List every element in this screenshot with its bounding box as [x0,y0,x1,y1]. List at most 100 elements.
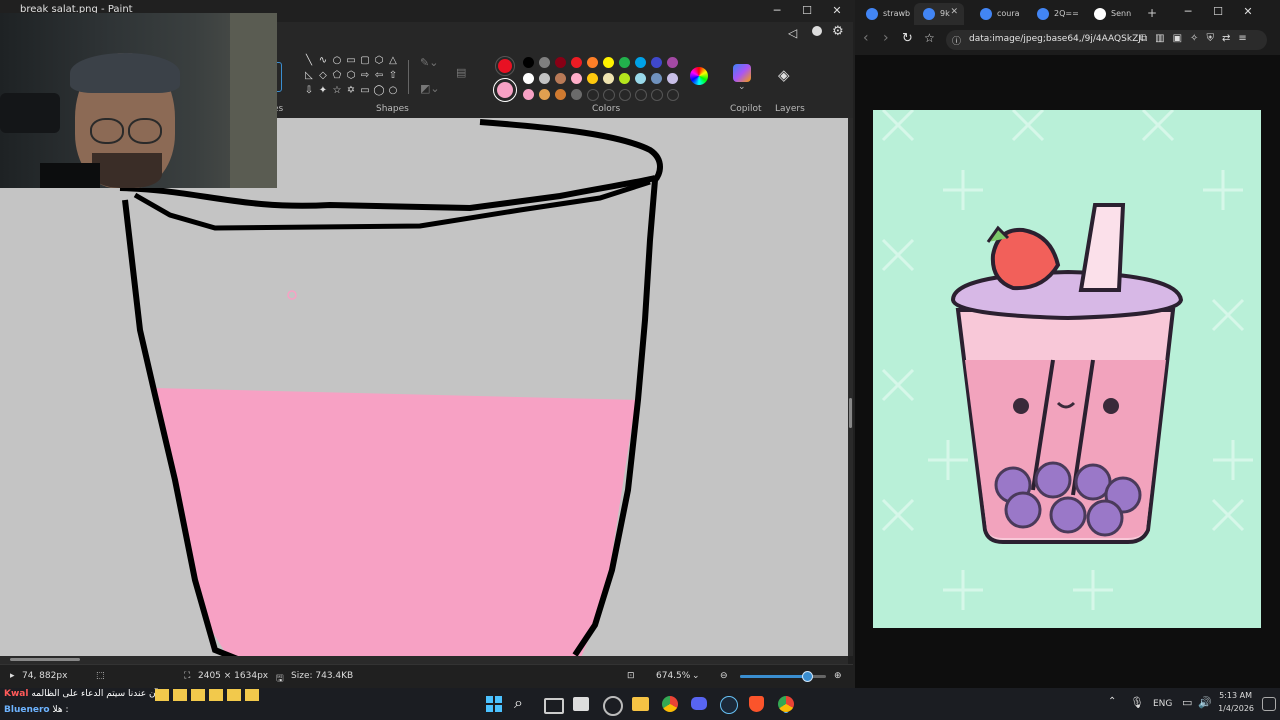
copilot-chevron-icon[interactable]: ⌄ [738,82,746,92]
chrome-icon[interactable] [662,696,678,712]
close-icon[interactable]: ✕ [822,2,852,20]
browser-maximize-icon[interactable]: ☐ [1203,3,1233,21]
extensions-icon[interactable]: ⧉ [1140,33,1147,47]
reload-icon[interactable]: ↻ [902,31,913,46]
up-arrow-shape-icon[interactable]: ⇧ [387,70,399,82]
six-point-star-shape-icon[interactable]: ✡ [345,85,357,97]
url-text[interactable]: data:image/jpeg;base64,/9j/4AAQSkZJI [969,34,1144,44]
maximize-icon[interactable]: ☐ [792,2,822,20]
rounded-rectangle-shape-icon[interactable]: ▢ [359,55,371,67]
color-swatch[interactable] [539,89,550,100]
file-explorer-icon[interactable] [632,697,649,711]
left-arrow-shape-icon[interactable]: ⇦ [373,70,385,82]
chrome-active-icon[interactable] [778,696,794,712]
settings-icon[interactable]: ⚙ [832,24,844,39]
outline-icon[interactable]: ✎⌄ [420,56,440,70]
info-icon[interactable]: ⓘ [952,34,961,47]
color-swatch[interactable] [667,57,678,68]
start-icon[interactable] [486,696,502,712]
browser-tab[interactable]: coura [971,3,1021,25]
horizontal-scrollbar[interactable] [0,656,848,664]
fit-to-window-icon[interactable]: ⊡ [627,671,635,681]
browser-tab[interactable]: Senn [1085,3,1135,25]
empty-color-slot[interactable] [619,89,631,101]
translate-icon[interactable]: ⇄ [1222,33,1230,47]
close-tab-icon[interactable]: ✕ [950,7,958,17]
five-point-star-shape-icon[interactable]: ☆ [331,85,343,97]
empty-color-slot[interactable] [603,89,615,101]
four-point-star-shape-icon[interactable]: ✦ [317,85,329,97]
cloud-shape-icon[interactable]: ○ [387,85,399,97]
copilot-browser-icon[interactable]: ✧ [1190,33,1198,47]
sidebar-icon[interactable]: ▥ [1155,33,1164,47]
zoom-out-icon[interactable]: ⊖ [720,671,728,681]
color-swatch[interactable] [539,73,550,84]
menu-icon[interactable]: ≡ [1238,33,1246,47]
volume-icon[interactable]: 🔊 [1198,696,1212,709]
color-swatch[interactable] [635,73,646,84]
color-swatch[interactable] [619,73,630,84]
color-swatch[interactable] [555,89,566,100]
color-swatch[interactable] [555,57,566,68]
edit-colors-icon[interactable] [690,67,708,85]
color-swatch[interactable] [571,73,582,84]
secondary-color-swatch[interactable] [493,78,517,102]
empty-color-slot[interactable] [587,89,599,101]
brave-icon[interactable] [749,696,764,712]
color-swatch[interactable] [523,57,534,68]
right-triangle-shape-icon[interactable]: ◺ [303,70,315,82]
color-swatch[interactable] [587,73,598,84]
zoom-dropdown-icon[interactable]: ⌄ [692,671,700,681]
browser-close-icon[interactable]: ✕ [1233,3,1263,21]
search-icon[interactable]: ⌕ [514,693,523,713]
primary-color-swatch[interactable] [495,56,515,76]
network-icon[interactable]: ▭ [1182,696,1192,709]
zoom-in-icon[interactable]: ⊕ [834,671,842,681]
empty-color-slot[interactable] [667,89,679,101]
hexagon-shape-icon[interactable]: ⬡ [345,70,357,82]
color-swatch[interactable] [571,89,582,100]
browser-tab[interactable]: 2Q== [1028,3,1079,25]
microphone-icon[interactable]: 🎙 [1130,696,1144,709]
printer-app-icon[interactable] [573,697,589,711]
zoom-level[interactable]: 674.5% [656,671,690,681]
callout-rect-shape-icon[interactable]: ▭ [359,85,371,97]
browser-tab[interactable]: 9k ✕ [914,3,964,25]
shape-style-icon[interactable]: ▤ [456,66,472,80]
clock-date[interactable]: 1/4/2026 [1214,704,1254,713]
color-swatch[interactable] [587,57,598,68]
bookmark-icon[interactable]: ☆ [924,31,935,45]
layers-label[interactable]: Layers [775,104,805,114]
task-view-icon[interactable] [544,698,564,714]
notifications-icon[interactable] [1262,697,1276,711]
color-swatch[interactable] [635,57,646,68]
copilot-label[interactable]: Copilot [730,104,762,114]
color-swatch[interactable] [603,73,614,84]
diamond-shape-icon[interactable]: ◇ [317,70,329,82]
line-shape-icon[interactable]: ╲ [303,55,315,67]
oval-shape-icon[interactable]: ○ [331,55,343,67]
vertical-scrollbar[interactable] [848,118,853,656]
layers-icon[interactable]: ◈ [778,66,790,84]
color-swatch[interactable] [555,73,566,84]
color-swatch[interactable] [523,89,534,100]
boba-tea-image[interactable] [873,110,1261,628]
copilot-icon[interactable] [733,64,751,82]
drawing-canvas[interactable] [0,118,848,656]
color-swatch[interactable] [651,73,662,84]
down-arrow-shape-icon[interactable]: ⇩ [303,85,315,97]
right-arrow-shape-icon[interactable]: ⇨ [359,70,371,82]
color-swatch[interactable] [651,57,662,68]
polygon-shape-icon[interactable]: ⬡ [373,55,385,67]
share-icon[interactable]: ◁ [788,26,797,40]
shield-icon[interactable]: ⛨ [1206,33,1214,47]
color-swatch[interactable] [539,57,550,68]
forward-icon[interactable]: › [883,30,889,46]
empty-color-slot[interactable] [651,89,663,101]
color-swatch[interactable] [571,57,582,68]
language-indicator[interactable]: ENG [1153,699,1172,709]
minimize-icon[interactable]: ─ [762,2,792,20]
color-swatch[interactable] [667,73,678,84]
new-tab-button[interactable]: + [1147,6,1157,20]
color-swatch[interactable] [619,57,630,68]
